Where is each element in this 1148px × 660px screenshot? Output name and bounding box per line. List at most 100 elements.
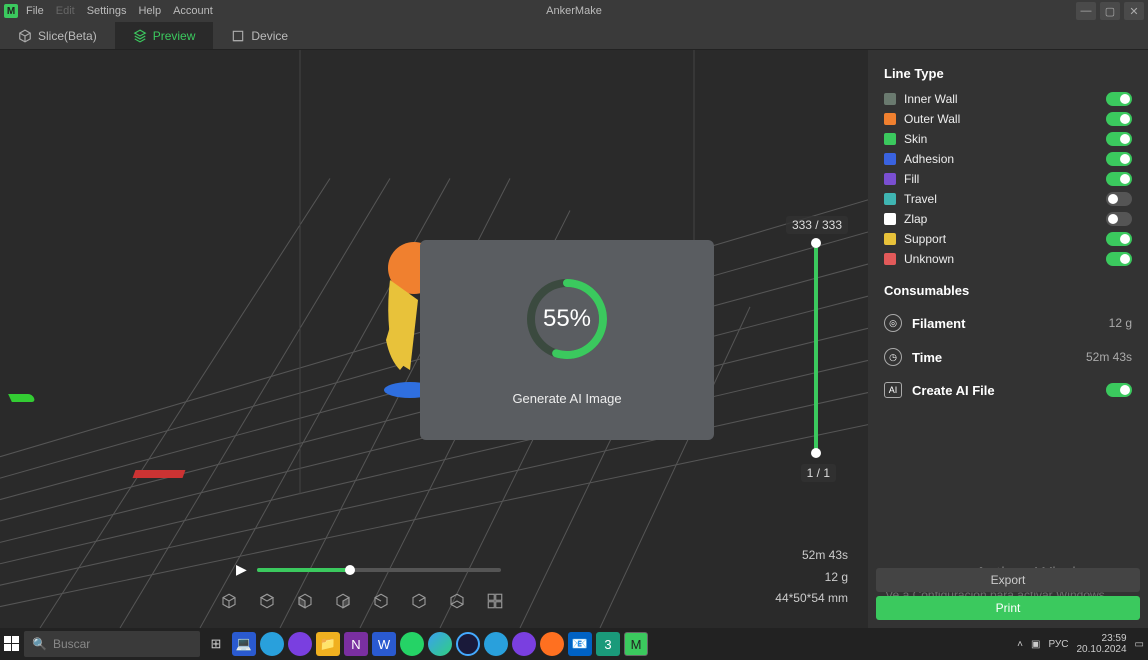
tray-lang[interactable]: РУС	[1048, 639, 1068, 650]
ai-file-row: AI Create AI File	[868, 374, 1148, 406]
line-type-toggle[interactable]	[1106, 252, 1132, 266]
progress-ring: 55%	[523, 275, 611, 363]
tray-chevron-icon[interactable]: ˄	[1017, 639, 1023, 650]
taskbar-app-6[interactable]: W	[372, 632, 396, 656]
line-type-toggle[interactable]	[1106, 92, 1132, 106]
layer-bottom-label: 1 / 1	[801, 464, 836, 482]
progress-label: Generate AI Image	[512, 391, 621, 406]
line-type-toggle[interactable]	[1106, 232, 1132, 246]
export-button[interactable]: Export	[876, 568, 1140, 592]
tray-time: 23:59	[1076, 633, 1126, 644]
line-color-swatch	[884, 233, 896, 245]
layer-knob-top[interactable]	[811, 238, 821, 248]
ai-file-label: Create AI File	[912, 383, 995, 398]
taskbar-app-2[interactable]	[260, 632, 284, 656]
taskbar-app-15[interactable]: M	[624, 632, 648, 656]
line-type-label: Zlap	[904, 212, 1106, 226]
view-bottom-icon[interactable]	[448, 592, 466, 610]
viewport-3d[interactable]: 333 / 333 1 / 1 ▶	[0, 50, 868, 628]
menu-account[interactable]: Account	[173, 5, 213, 17]
timeline-fill	[257, 568, 351, 572]
line-type-title: Line Type	[868, 62, 1148, 89]
line-type-label: Travel	[904, 192, 1106, 206]
taskbar-tray[interactable]: ˄ ▣ РУС 23:59 20.10.2024 ▭	[1017, 633, 1144, 655]
taskbar-app-3[interactable]	[288, 632, 312, 656]
tray-clock[interactable]: 23:59 20.10.2024	[1076, 633, 1126, 655]
line-type-toggle[interactable]	[1106, 112, 1132, 126]
view-all-icon[interactable]	[486, 592, 504, 610]
time-value: 52m 43s	[1086, 350, 1132, 364]
menu-file[interactable]: File	[26, 5, 44, 17]
line-type-row: Inner Wall	[868, 89, 1148, 109]
line-type-toggle[interactable]	[1106, 172, 1132, 186]
right-sidebar: Line Type Inner Wall Outer Wall SkinAdhesi…	[868, 50, 1148, 628]
layer-top-label: 333 / 333	[786, 216, 848, 234]
line-type-label: Fill	[904, 172, 1106, 186]
taskbar-app-8[interactable]	[428, 632, 452, 656]
taskbar-app-4[interactable]: 📁	[316, 632, 340, 656]
tab-label: Slice(Beta)	[38, 29, 97, 43]
minimize-button[interactable]: —	[1076, 2, 1096, 20]
line-color-swatch	[884, 93, 896, 105]
view-back-icon[interactable]	[410, 592, 428, 610]
line-type-toggle[interactable]	[1106, 212, 1132, 226]
tray-date: 20.10.2024	[1076, 644, 1126, 655]
line-type-label: Unknown	[904, 252, 1106, 266]
menu-settings[interactable]: Settings	[87, 5, 127, 17]
line-type-label: Inner Wall	[904, 92, 1106, 106]
line-type-row: Travel	[868, 189, 1148, 209]
taskbar-app-9[interactable]	[456, 632, 480, 656]
taskbar-search[interactable]: 🔍 Buscar	[24, 631, 200, 657]
line-type-label: Support	[904, 232, 1106, 246]
timeline-knob[interactable]	[345, 565, 355, 575]
line-type-row: Skin	[868, 129, 1148, 149]
view-top-icon[interactable]	[258, 592, 276, 610]
line-type-label: Outer Wall	[904, 112, 1106, 126]
line-color-swatch	[884, 253, 896, 265]
ai-file-toggle[interactable]	[1106, 383, 1132, 397]
ai-icon: AI	[884, 382, 902, 398]
play-button[interactable]: ▶	[236, 561, 247, 578]
stat-weight: 12 g	[775, 567, 848, 589]
tab-slice[interactable]: Slice(Beta)	[0, 22, 115, 49]
cube-icon	[18, 29, 32, 43]
view-icon-row	[220, 592, 504, 610]
start-button[interactable]	[4, 636, 20, 652]
tab-preview[interactable]: Preview	[115, 22, 214, 49]
print-button[interactable]: Print	[876, 596, 1140, 620]
layer-knob-bottom[interactable]	[811, 448, 821, 458]
menu-help[interactable]: Help	[138, 5, 161, 17]
taskbar-app-14[interactable]: 3	[596, 632, 620, 656]
layer-track[interactable]	[814, 242, 818, 454]
view-front-icon[interactable]	[296, 592, 314, 610]
taskbar-app-10[interactable]	[484, 632, 508, 656]
view-iso-icon[interactable]	[220, 592, 238, 610]
taskbar-app-12[interactable]	[540, 632, 564, 656]
clock-icon: ◷	[884, 348, 902, 366]
line-type-toggle[interactable]	[1106, 152, 1132, 166]
line-type-row: Fill	[868, 169, 1148, 189]
line-type-toggle[interactable]	[1106, 132, 1132, 146]
line-type-row: Zlap	[868, 209, 1148, 229]
taskbar-app-11[interactable]	[512, 632, 536, 656]
line-type-row: Adhesion	[868, 149, 1148, 169]
line-type-toggle[interactable]	[1106, 192, 1132, 206]
maximize-button[interactable]: ▢	[1100, 2, 1120, 20]
taskbar-app-1[interactable]: 💻	[232, 632, 256, 656]
tab-label: Device	[251, 29, 288, 43]
taskbar-app-13[interactable]: 📧	[568, 632, 592, 656]
taskbar-app-5[interactable]: N	[344, 632, 368, 656]
task-view-icon[interactable]: ⊞	[204, 632, 228, 656]
close-button[interactable]: ✕	[1124, 2, 1144, 20]
timeline-track[interactable]	[257, 568, 501, 572]
taskbar-app-7[interactable]	[400, 632, 424, 656]
view-right-icon[interactable]	[334, 592, 352, 610]
device-icon	[231, 29, 245, 43]
view-left-icon[interactable]	[372, 592, 390, 610]
time-label: Time	[912, 350, 942, 365]
tray-notifications-icon[interactable]: ▭	[1135, 639, 1144, 650]
tab-device[interactable]: Device	[213, 22, 306, 49]
window-title: AnkerMake	[546, 5, 602, 17]
window-controls: — ▢ ✕	[1076, 2, 1144, 20]
tray-cloud-icon[interactable]: ▣	[1031, 639, 1040, 650]
